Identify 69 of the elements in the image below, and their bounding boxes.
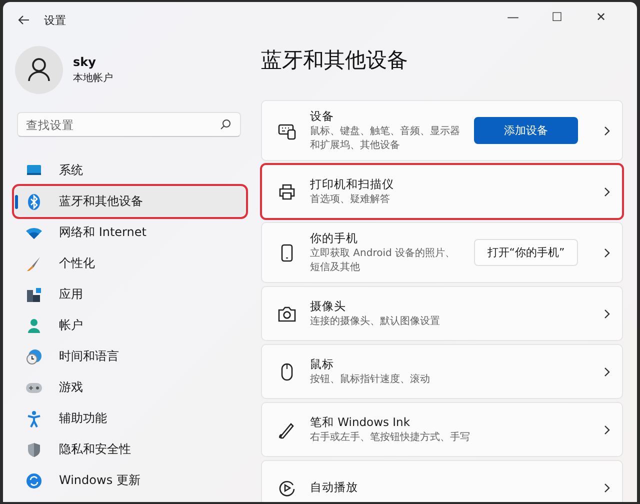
nav-item[interactable]: Windows 更新 xyxy=(15,466,245,495)
globe-clock-icon xyxy=(26,348,42,364)
card-description: 首选项、疑难解答 xyxy=(310,192,391,206)
setting-card[interactable]: 摄像头 连接的摄像头、默认图像设置 xyxy=(261,286,623,341)
bluetooth-icon xyxy=(27,192,41,210)
nav-item[interactable]: 系统 xyxy=(15,156,245,185)
card-title: 打印机和扫描仪 xyxy=(310,176,395,192)
card-description: 按钮、鼠标指针速度、滚动 xyxy=(310,372,431,386)
chevron-right-icon xyxy=(604,187,610,197)
user-name: sky xyxy=(73,55,97,69)
account-type: 本地帐户 xyxy=(73,72,113,85)
card-title: 鼠标 xyxy=(310,356,335,372)
card-title: 你的手机 xyxy=(310,231,359,246)
card-title: 摄像头 xyxy=(310,298,347,314)
shield-icon xyxy=(27,442,41,458)
nav-item[interactable]: 网络和 Internet xyxy=(15,218,245,247)
card-description: 连接的摄像头、默认图像设置 xyxy=(310,314,441,328)
window-title: 设置 xyxy=(44,12,66,28)
chevron-right-icon xyxy=(604,309,610,319)
close-button[interactable]: ✕ xyxy=(579,10,623,24)
camera-icon xyxy=(278,306,296,322)
nav-item[interactable]: 游戏 xyxy=(15,373,245,402)
card-title: 自动播放 xyxy=(310,480,359,495)
person-icon xyxy=(26,318,42,334)
printer-icon xyxy=(278,182,296,200)
open-app-button[interactable]: 打开“你的手机” xyxy=(474,239,578,266)
card-description: 鼠标、键盘、触笔、音频、显示器和扩展坞、其他设备 xyxy=(310,125,460,152)
refresh-icon xyxy=(26,472,42,488)
maximize-button[interactable]: ☐ xyxy=(535,10,579,24)
wifi-icon xyxy=(25,226,43,240)
back-arrow-icon[interactable] xyxy=(18,15,30,25)
nav-item[interactable]: 隐私和安全性 xyxy=(15,435,245,464)
nav-item[interactable]: 应用 xyxy=(15,280,245,309)
page-title: 蓝牙和其他设备 xyxy=(261,47,409,74)
setting-card[interactable]: 设备 鼠标、键盘、触笔、音频、显示器和扩展坞、其他设备 添加设备 xyxy=(261,100,623,161)
setting-card[interactable]: 鼠标 按钮、鼠标指针速度、滚动 xyxy=(261,344,623,399)
setting-card[interactable]: 自动播放 xyxy=(261,460,623,502)
setting-card[interactable]: 笔和 Windows Ink 右手或左手、笔按钮快捷方式、手写 xyxy=(261,402,623,457)
highlighted-setting-card[interactable]: 打印机和扫描仪 首选项、疑难解答 xyxy=(261,164,623,219)
search-icon xyxy=(220,119,231,130)
card-title: 笔和 Windows Ink xyxy=(310,414,411,430)
pen-icon xyxy=(278,420,296,438)
display-icon xyxy=(26,164,42,178)
nav-item[interactable]: 时间和语言 xyxy=(15,342,245,371)
nav-item[interactable]: 辅助功能 xyxy=(15,404,245,433)
chevron-right-icon xyxy=(604,425,610,435)
nav-item[interactable]: 个性化 xyxy=(15,249,245,278)
chevron-right-icon xyxy=(604,483,610,493)
gamepad-icon xyxy=(25,382,43,394)
setting-card[interactable]: 你的手机 立即获取 Android 设备的照片、短信及其他 打开“你的手机” xyxy=(261,222,623,283)
phone-icon xyxy=(281,244,293,262)
nav-item[interactable]: 帐户 xyxy=(15,311,245,340)
card-title: 设备 xyxy=(310,109,335,124)
avatar xyxy=(15,46,63,94)
minimize-button[interactable]: — xyxy=(491,10,535,24)
mouse-icon xyxy=(281,362,293,380)
nav-item[interactable]: 蓝牙和其他设备 xyxy=(15,187,245,216)
card-description: 立即获取 Android 设备的照片、短信及其他 xyxy=(310,247,456,274)
keyboard-icon xyxy=(278,122,296,140)
apps-icon xyxy=(26,286,42,302)
chevron-right-icon xyxy=(604,126,610,136)
chevron-right-icon xyxy=(604,367,610,377)
add-device-button[interactable]: 添加设备 xyxy=(474,117,578,144)
chevron-right-icon xyxy=(604,248,610,258)
accessibility-icon xyxy=(26,410,42,428)
brush-icon xyxy=(26,256,42,272)
play-circle-icon xyxy=(278,478,296,496)
card-description: 右手或左手、笔按钮快捷方式、手写 xyxy=(310,430,471,444)
search-field[interactable]: 查找设置 xyxy=(17,112,241,137)
